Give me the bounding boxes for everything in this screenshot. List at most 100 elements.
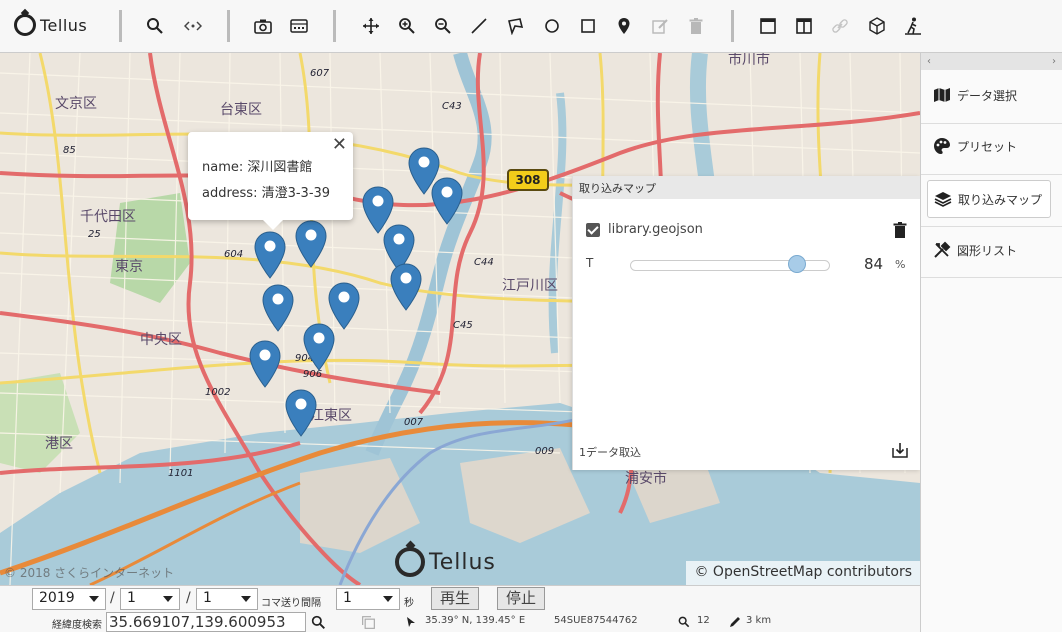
polygon-icon[interactable] <box>503 14 527 38</box>
tellus-watermark-text: Tellus <box>429 549 496 575</box>
coordinate-input[interactable]: 35.669107,139.600953 <box>106 612 306 632</box>
month-select-value: 1 <box>127 590 136 606</box>
marker-pin[interactable] <box>262 284 294 332</box>
cursor-icon <box>407 617 415 627</box>
map-label-ichikawa: 市川市 <box>728 53 770 68</box>
tools-icon <box>934 241 951 258</box>
map-copyright: © 2018 さくらインターネット <box>4 566 175 580</box>
map-label-taito: 台東区 <box>220 102 262 118</box>
popup-address: address: 清澄3-3-39 <box>202 186 331 201</box>
map-label-urayasu: 浦安市 <box>625 471 667 487</box>
sidebar-collapse-left-icon[interactable]: ‹ <box>927 56 931 67</box>
edit-icon[interactable] <box>648 14 672 38</box>
road-number: 604 <box>224 249 244 260</box>
day-select[interactable]: 1 <box>196 588 258 610</box>
split-icon[interactable] <box>792 14 816 38</box>
play-button[interactable]: 再生 <box>431 587 480 610</box>
road-number: C45 <box>453 320 473 331</box>
import-download-icon[interactable] <box>892 442 908 458</box>
sidebar-item-import-map[interactable]: 取り込みマップ <box>927 180 1051 218</box>
walker-icon[interactable] <box>901 14 925 38</box>
sidebar-item-shape-list[interactable]: 図形リスト <box>927 231 1051 269</box>
camera-icon[interactable] <box>251 14 275 38</box>
stop-button[interactable]: 停止 <box>497 587 546 610</box>
chevron-down-icon <box>241 596 251 602</box>
sidebar-divider <box>921 226 1062 227</box>
road-number: 009 <box>535 446 555 457</box>
link-icon[interactable] <box>828 14 852 38</box>
marker-popup: name: 深川図書館 address: 清澄3-3-39 ✕ <box>188 132 353 230</box>
marker-pin[interactable] <box>249 340 281 388</box>
search-icon[interactable] <box>143 14 167 38</box>
zoom-out-icon[interactable] <box>431 14 455 38</box>
opacity-value: 84 <box>864 255 884 273</box>
trash-icon[interactable] <box>892 221 908 239</box>
date-separator: / <box>186 590 191 606</box>
app-root: Tellus 文京区 台東区 千代田区 東京 中央区 江東区 港区 江戸川区 浦… <box>0 0 1062 632</box>
toolbar-divider <box>227 10 230 42</box>
marker-pin[interactable] <box>431 177 463 225</box>
month-select[interactable]: 1 <box>120 588 180 610</box>
coordinate-search-icon[interactable] <box>311 615 326 630</box>
line-icon[interactable] <box>467 14 491 38</box>
layer-visibility-checkbox[interactable] <box>586 223 600 237</box>
window-icon[interactable] <box>756 14 780 38</box>
marker-pin[interactable] <box>254 231 286 279</box>
map-label-chiyoda: 千代田区 <box>80 209 136 225</box>
pan-icon[interactable] <box>359 14 383 38</box>
toolbar-divider <box>333 10 336 42</box>
sidebar-collapse-right-icon[interactable]: › <box>1052 56 1056 67</box>
interval-select[interactable]: 1 <box>336 588 400 610</box>
scale-text: 3 km <box>746 615 772 626</box>
cube-icon[interactable] <box>865 14 889 38</box>
sidebar-divider <box>921 174 1062 175</box>
tellus-watermark: Tellus <box>395 542 496 582</box>
toolbar-divider <box>119 10 122 42</box>
marker-icon[interactable] <box>612 14 636 38</box>
copy-icon[interactable] <box>361 615 376 630</box>
ruler-pencil-icon <box>730 617 740 627</box>
road-number: C44 <box>474 257 494 268</box>
tellus-logo-text: Tellus <box>40 15 88 35</box>
circle-icon[interactable] <box>540 14 564 38</box>
code-icon[interactable] <box>181 14 205 38</box>
sidebar-item-data-select[interactable]: データ選択 <box>927 76 1051 114</box>
map-label-tokyo: 東京 <box>115 259 143 275</box>
road-number: C43 <box>442 101 462 112</box>
road-number: 1002 <box>205 387 231 398</box>
sidebar-divider <box>921 123 1062 124</box>
zoom-level-icon <box>678 616 690 628</box>
opacity-slider-thumb[interactable] <box>788 255 806 273</box>
popup-name: name: 深川図書館 <box>202 160 313 175</box>
sidebar-item-label: プリセット <box>957 139 1018 154</box>
sidebar-collapse-bar[interactable]: ‹ › <box>921 53 1062 70</box>
import-layer-row: library.geojson <box>586 221 908 241</box>
marker-pin[interactable] <box>285 389 317 437</box>
sidebar-item-preset[interactable]: プリセット <box>927 127 1051 165</box>
toolbar-divider <box>731 10 734 42</box>
marker-pin[interactable] <box>295 220 327 268</box>
bottom-bar: 2019 / 1 / 1 コマ送り間隔 1 秒 再生 停止 経緯度検索 35.6… <box>0 585 920 632</box>
import-status: 1データ取込 <box>579 446 641 459</box>
opacity-row: T 84 % <box>586 254 908 276</box>
marker-pin[interactable] <box>303 323 335 371</box>
osm-attribution[interactable]: © OpenStreetMap contributors <box>686 561 920 585</box>
chevron-down-icon <box>89 596 99 602</box>
zoom-level: 12 <box>697 615 710 626</box>
opacity-label: T <box>586 256 594 270</box>
keyboard-icon[interactable] <box>287 14 311 38</box>
tellus-logo[interactable]: Tellus <box>14 12 87 38</box>
popup-close-button[interactable]: ✕ <box>332 134 347 155</box>
rectangle-icon[interactable] <box>576 14 600 38</box>
zoom-in-icon[interactable] <box>395 14 419 38</box>
delete-icon[interactable] <box>684 14 708 38</box>
layers-icon <box>934 192 952 207</box>
year-select[interactable]: 2019 <box>32 588 106 610</box>
import-panel-title: 取り込みマップ <box>573 176 920 199</box>
seconds-label: 秒 <box>404 598 414 609</box>
chevron-down-icon <box>383 596 393 602</box>
marker-pin[interactable] <box>390 263 422 311</box>
road-number: 1101 <box>168 468 194 479</box>
tellus-watermark-mark <box>395 547 425 577</box>
route-badge: 308 <box>507 169 549 191</box>
